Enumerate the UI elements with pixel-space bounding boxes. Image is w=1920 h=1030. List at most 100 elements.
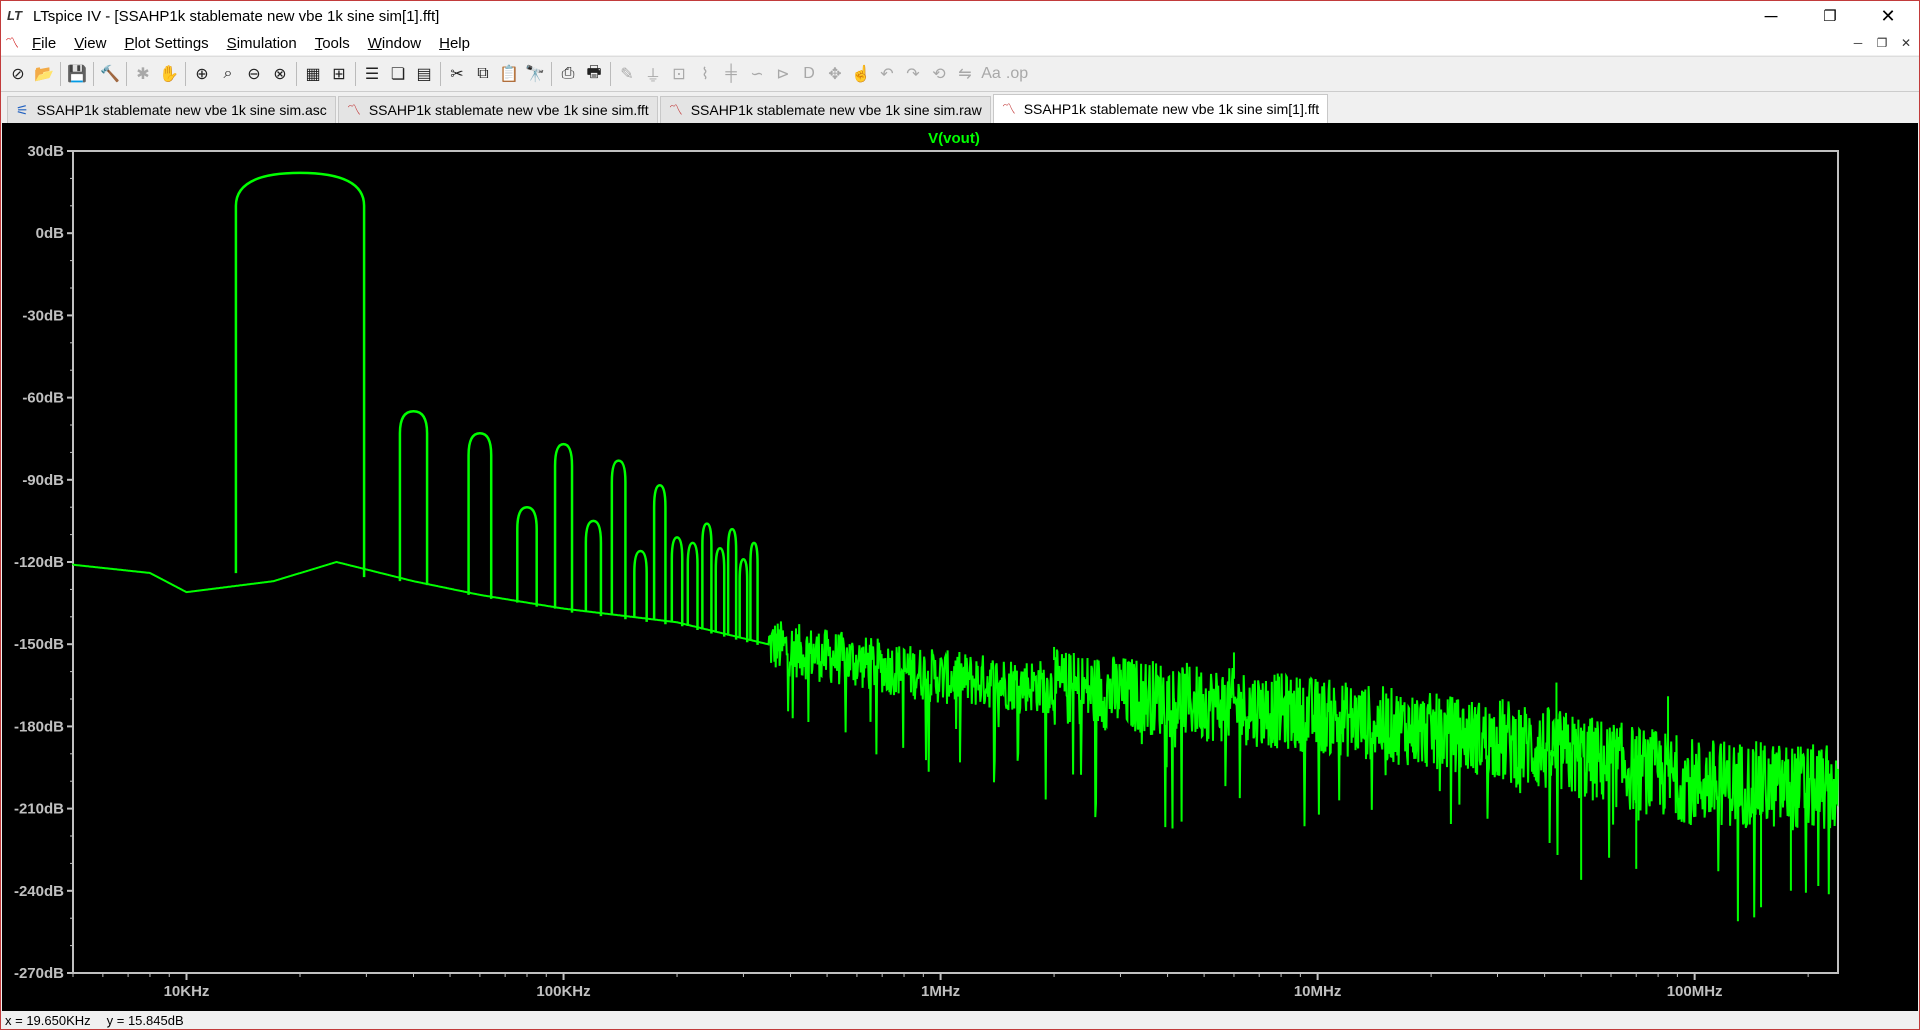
x-tick-label: 1MHz (921, 983, 960, 1000)
tab-label: SSAHP1k stablemate new vbe 1k sine sim.r… (690, 102, 982, 118)
drag-icon[interactable]: ☝ (848, 61, 874, 87)
close-button[interactable]: ✕ (1859, 1, 1917, 31)
waveform-plot-pane[interactable]: V(vout) 30dB 0dB -30dB -60dB -90dB -120dB -150… (2, 123, 1918, 1011)
zoom-cancel-icon[interactable]: ⊗ (267, 61, 293, 87)
x-tick-label: 100KHz (536, 983, 590, 1000)
tile-vertical-icon[interactable]: ▤ (411, 61, 437, 87)
zoom-in-icon[interactable]: ⊕ (189, 61, 215, 87)
undo-icon[interactable]: ↶ (874, 61, 900, 87)
find-icon[interactable]: 🔭 (522, 61, 548, 87)
toolbar-separator (355, 62, 356, 86)
tab-label: SSAHP1k stablemate new vbe 1k sine sim[1… (1023, 101, 1320, 117)
toolbar-separator (610, 62, 611, 86)
notch-point (1665, 759, 1672, 766)
menu-label: ools (322, 34, 350, 52)
harmonic-peak (701, 522, 713, 634)
diode-icon[interactable]: ⊳ (770, 61, 796, 87)
autorange-icon[interactable]: ▦ (300, 61, 326, 87)
inductor-icon[interactable]: ∽ (744, 61, 770, 87)
notch-point (1549, 750, 1556, 757)
fft-plot[interactable]: V(vout) 30dB 0dB -30dB -60dB -90dB -120dB -150… (2, 123, 1918, 1011)
mdi-restore-button[interactable]: ❐ (1871, 33, 1893, 53)
menu-item[interactable]: Plot Settings (115, 35, 217, 52)
cascade-icon[interactable]: ❏ (385, 61, 411, 87)
trace-vout[interactable] (72, 171, 1839, 922)
menu-label: indow (381, 34, 422, 52)
mdi-close-button[interactable]: ✕ (1895, 33, 1917, 53)
menu-label: imulation (236, 34, 297, 52)
run-icon[interactable]: ✱ (130, 61, 156, 87)
ltspice-app-icon: LT (7, 8, 22, 23)
menu-item[interactable]: File (23, 35, 65, 52)
y-tick-label: -270dB (14, 965, 64, 982)
menu-item[interactable]: Window (359, 35, 430, 52)
print-preview-icon[interactable]: ⎙ (555, 61, 581, 87)
harmonic-peak (234, 171, 366, 578)
cut-icon[interactable]: ✂ (444, 61, 470, 87)
toolbar: ⊘ 📂 💾 🔨 ✱ ✋ ⊕ ⌕ ⊖ ⊗ ▦ ⊞ ☰ ❏ ▤ ✂ ⧉ 📋 🔭 ⎙ 🖶 ✎ ⏚ ⊡ ⌇ ╪ ∽ ⊳ D ✥ ☝ ↶ ↷ ⟲ ⇋ Aa .op (1, 56, 1919, 92)
new-schematic-icon[interactable]: ⊘ (5, 61, 31, 87)
plot-title-vout[interactable]: V(vout) (928, 130, 980, 147)
paste-icon[interactable]: 📋 (496, 61, 522, 87)
capacitor-icon[interactable]: ╪ (718, 61, 744, 87)
y-tick-label: -90dB (22, 472, 64, 489)
wire-icon[interactable]: ✎ (614, 61, 640, 87)
document-tab[interactable]: ⚟ SSAHP1k stablemate new vbe 1k sine sim.… (7, 96, 336, 123)
control-panel-icon[interactable]: 🔨 (97, 61, 123, 87)
harmonic-peak (584, 519, 603, 617)
open-icon[interactable]: 📂 (31, 61, 57, 87)
document-tab[interactable]: 〽 SSAHP1k stablemate new vbe 1k sine sim.… (337, 96, 658, 123)
copy-icon[interactable]: ⧉ (470, 61, 496, 87)
harmonic-peak (633, 549, 648, 622)
save-icon[interactable]: 💾 (64, 61, 90, 87)
zoom-area-icon[interactable]: ⌕ (215, 61, 241, 87)
mdi-minimize-button[interactable]: ─ (1847, 33, 1869, 53)
menu-mnemonic: S (226, 34, 237, 52)
y-tick-label: -210dB (14, 801, 64, 818)
harmonic-peak (553, 442, 574, 613)
ground-icon[interactable]: ⏚ (640, 61, 666, 87)
mark-icon[interactable]: ⊞ (326, 61, 352, 87)
menu-item[interactable]: Simulation (218, 35, 306, 52)
ltspice-window: LT LTspice IV - [SSAHP1k stablemate new … (0, 0, 1920, 1030)
print-icon[interactable]: 🖶 (581, 61, 607, 87)
waveform-icon: 〽 (1001, 101, 1016, 117)
spice-directive-icon[interactable]: .op (1004, 61, 1030, 87)
mirror-icon[interactable]: ⇋ (952, 61, 978, 87)
status-bar: x = 19.650KHz y = 15.845dB (1, 1011, 1919, 1029)
harmonic-peak (738, 558, 749, 643)
rotate-icon[interactable]: ⟲ (926, 61, 952, 87)
menu-label: ile (41, 34, 57, 52)
document-tabs: ⚟ SSAHP1k stablemate new vbe 1k sine sim.… (1, 93, 1919, 123)
text-icon[interactable]: Aa (978, 61, 1004, 87)
toolbar-separator (60, 62, 61, 86)
zoom-out-icon[interactable]: ⊖ (241, 61, 267, 87)
notch-point (1734, 764, 1741, 771)
x-tick-label: 10KHz (164, 983, 210, 1000)
menu-label: lot Settings (134, 34, 209, 52)
label-net-icon[interactable]: ⊡ (666, 61, 692, 87)
menu-item[interactable]: View (65, 35, 115, 52)
tile-horizontal-icon[interactable]: ☰ (359, 61, 385, 87)
redo-icon[interactable]: ↷ (900, 61, 926, 87)
menu-item[interactable]: Tools (306, 35, 359, 52)
restore-button[interactable]: ❐ (1801, 1, 1859, 31)
minimize-button[interactable]: ─ (1742, 1, 1800, 31)
document-tab[interactable]: 〽 SSAHP1k stablemate new vbe 1k sine sim.… (659, 96, 991, 123)
menu-item[interactable]: Help (430, 35, 479, 52)
document-tab[interactable]: 〽 SSAHP1k stablemate new vbe 1k sine sim[… (992, 94, 1329, 123)
component-icon[interactable]: D (796, 61, 822, 87)
window-title: LTspice IV - [SSAHP1k stablemate new vbe… (33, 7, 440, 25)
toolbar-separator (93, 62, 94, 86)
tab-label: SSAHP1k stablemate new vbe 1k sine sim.a… (36, 102, 327, 118)
menu-label: iew (83, 34, 107, 52)
move-icon[interactable]: ✥ (822, 61, 848, 87)
doc-waveform-icon[interactable]: 〽 (1, 30, 23, 56)
toolbar-separator (126, 62, 127, 86)
pan-icon[interactable]: ✋ (156, 61, 182, 87)
harmonic-peak (714, 547, 726, 637)
resistor-icon[interactable]: ⌇ (692, 61, 718, 87)
harmonic-peak (398, 410, 429, 586)
schematic-icon: ⚟ (16, 101, 29, 118)
notch-point (1778, 772, 1785, 779)
